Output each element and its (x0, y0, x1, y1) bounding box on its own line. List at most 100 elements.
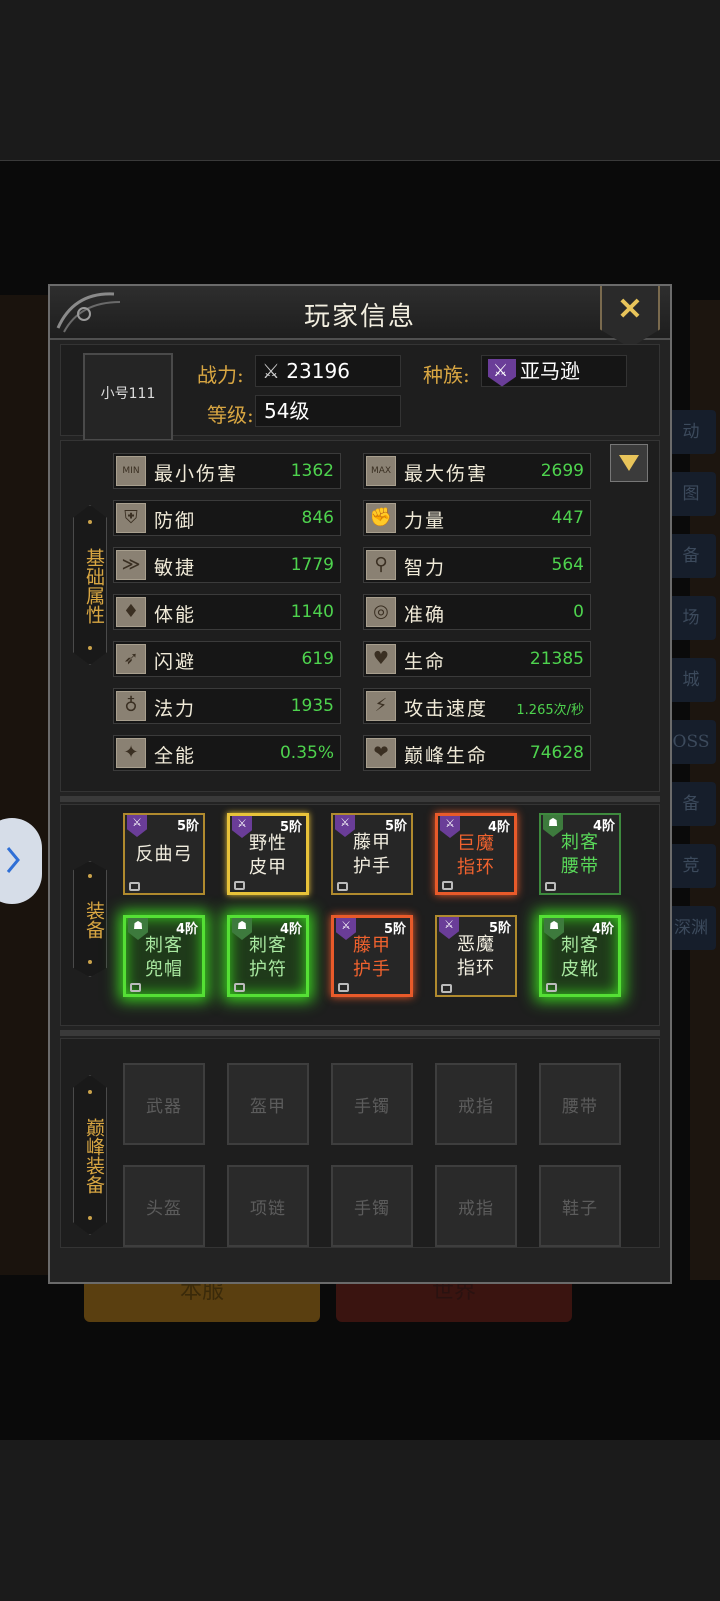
close-icon: ✕ (617, 292, 643, 327)
item-name-line2: 护手 (353, 856, 391, 877)
peak-slot[interactable]: 项链 (227, 1165, 309, 1247)
peak-slot[interactable]: 盔甲 (227, 1063, 309, 1145)
close-button[interactable]: ✕ (600, 286, 660, 348)
lock-icon (442, 881, 453, 890)
peak-slot-label: 头盔 (146, 1199, 182, 1219)
stat-dodge: ➶ 闪避 619 (113, 641, 341, 677)
lock-icon (234, 983, 245, 992)
avatar[interactable]: 小号111 (83, 353, 173, 441)
equipment-slot[interactable]: ☗ 4阶 刺客 腰带 (539, 813, 621, 895)
item-name-line2: 护符 (249, 959, 287, 980)
staff-icon: ⚲ (366, 550, 396, 580)
stat-name: 智力 (404, 557, 447, 579)
panel-title: 玩家信息 (303, 302, 416, 332)
peak-equipment-tab[interactable]: 巅峰装备 (73, 1075, 107, 1235)
peak-slot[interactable]: 戒指 (435, 1165, 517, 1247)
shield-icon: ⛨ (116, 503, 146, 533)
min-damage-icon: MIN (116, 456, 146, 486)
stat-stamina: ♦ 体能 1140 (113, 594, 341, 630)
dash-icon: ≫ (116, 550, 146, 580)
section-divider (60, 796, 660, 802)
stat-value: 74628 (529, 743, 584, 763)
peak-slot-label: 手镯 (354, 1097, 390, 1117)
race-field: 亚马逊 (481, 355, 627, 387)
lock-icon (546, 983, 557, 992)
panel-header: 玩家信息 ✕ (50, 286, 670, 348)
muscle-icon: ♦ (116, 597, 146, 627)
equipment-slot[interactable]: ⚔ 5阶 野性 皮甲 (227, 813, 309, 895)
level-value: 54级 (264, 399, 310, 423)
item-name-line1: 刺客 (561, 935, 599, 956)
race-emblem-icon (488, 358, 516, 387)
stat-value: 447 (551, 508, 584, 528)
heart-icon: ♥ (366, 644, 396, 674)
peak-slot-label: 项链 (250, 1199, 286, 1219)
stat-value: 1362 (290, 461, 334, 481)
bg-side-tab-4: 场 (666, 596, 716, 640)
stat-name: 最大伤害 (404, 463, 489, 485)
lock-icon (234, 881, 245, 890)
peak-slot[interactable]: 手镯 (331, 1165, 413, 1247)
equipment-slot[interactable]: ⚔ 5阶 反曲弓 (123, 813, 205, 895)
status-bar-area (0, 0, 720, 161)
stat-name: 闪避 (154, 651, 197, 673)
stat-name: 全能 (154, 745, 197, 767)
peak-slot-label: 戒指 (458, 1097, 494, 1117)
peak-slot[interactable]: 腰带 (539, 1063, 621, 1145)
attack-speed-icon: ⚡ (366, 691, 396, 721)
underlying-panel-left (0, 295, 48, 1275)
basic-attributes-tab-label: 基础属性 (83, 548, 105, 624)
equipment-slot[interactable]: ⚔ 5阶 藤甲 护手 (331, 915, 413, 997)
triangle-down-icon (619, 455, 639, 471)
lock-icon (337, 882, 348, 891)
swords-icon: ⚔ (262, 359, 280, 383)
equipment-slot[interactable]: ☗ 4阶 刺客 护符 (227, 915, 309, 997)
stat-versatility: ✦ 全能 0.35% (113, 735, 341, 771)
peak-slot[interactable]: 武器 (123, 1063, 205, 1145)
stat-name: 体能 (154, 604, 197, 626)
expand-side-button[interactable] (0, 818, 42, 904)
stat-name: 敏捷 (154, 557, 197, 579)
equipment-section: 装备 ⚔ 5阶 反曲弓 ⚔ 5阶 野性 皮甲 ⚔ 5阶 藤甲 护手 ⚔ 4阶 巨… (60, 804, 660, 1026)
player-name: 小号111 (100, 386, 156, 402)
race-label: 种族: (423, 363, 470, 387)
peak-slot-label: 戒指 (458, 1199, 494, 1219)
stat-value: 1779 (290, 555, 334, 575)
stat-name: 力量 (404, 510, 447, 532)
all-round-icon: ✦ (116, 738, 146, 768)
equipment-slot[interactable]: ☗ 4阶 刺客 皮靴 (539, 915, 621, 997)
item-name-line2: 兜帽 (145, 959, 183, 980)
bg-side-tab-5: 城 (666, 658, 716, 702)
item-name-line1: 恶魔 (457, 934, 495, 955)
stat-name: 准确 (404, 604, 447, 626)
peak-slot[interactable]: 戒指 (435, 1063, 517, 1145)
equipment-slot[interactable]: ⚔ 5阶 藤甲 护手 (331, 813, 413, 895)
peak-slot[interactable]: 手镯 (331, 1063, 413, 1145)
dodge-icon: ➶ (116, 644, 146, 674)
stat-value: 2699 (540, 461, 584, 481)
profile-section: 小号111 战力: ⚔ 23196 种族: 亚马逊 等级: 54级 (60, 344, 660, 441)
bg-side-tab-8: 竞 (666, 844, 716, 888)
stat-intelligence: ⚲ 智力 564 (363, 547, 591, 583)
item-name-line1: 藤甲 (353, 832, 391, 853)
item-name-line1: 刺客 (249, 935, 287, 956)
stat-value: 0.35% (279, 743, 334, 763)
peak-slot-label: 鞋子 (562, 1199, 598, 1219)
item-name-line1: 藤甲 (353, 935, 391, 956)
stats-dropdown-button[interactable] (610, 444, 648, 482)
equipment-tab[interactable]: 装备 (73, 861, 107, 977)
equipment-slot[interactable]: ⚔ 4阶 巨魔 指环 (435, 813, 517, 895)
peak-slot[interactable]: 头盔 (123, 1165, 205, 1247)
basic-attributes-tab[interactable]: 基础属性 (73, 505, 107, 665)
level-field: 54级 (255, 395, 401, 427)
equipment-slot[interactable]: ☗ 4阶 刺客 兜帽 (123, 915, 205, 997)
equipment-slot[interactable]: ⚔ 5阶 恶魔 指环 (435, 915, 517, 997)
bg-side-tab-7: 备 (666, 782, 716, 826)
stat-defense: ⛨ 防御 846 (113, 500, 341, 536)
stat-peak-life: ❤ 巅峰生命 74628 (363, 735, 591, 771)
power-label: 战力: (197, 363, 244, 387)
peak-slot[interactable]: 鞋子 (539, 1165, 621, 1247)
stat-accuracy: ◎ 准确 0 (363, 594, 591, 630)
peak-slot-label: 盔甲 (250, 1097, 286, 1117)
power-field: ⚔ 23196 (255, 355, 401, 387)
